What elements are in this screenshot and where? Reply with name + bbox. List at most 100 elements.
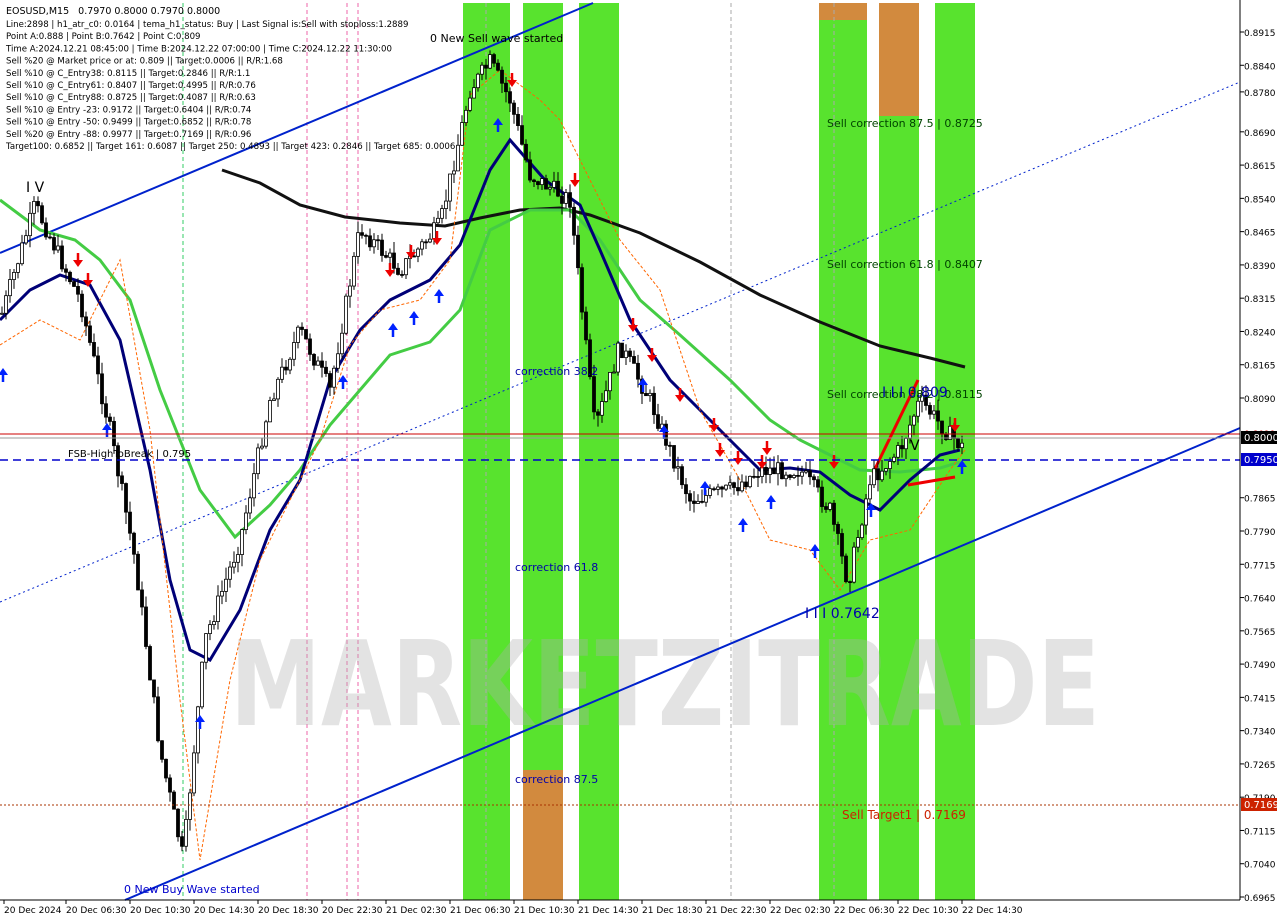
candle-body (580, 267, 584, 313)
info-line: Sell %10 @ Entry -50: 0.9499 || Target:0… (6, 118, 251, 128)
candle-body (316, 360, 320, 366)
candle-body (548, 187, 552, 190)
candle-body (652, 392, 656, 416)
sell-correction-618-label: Sell correction 61.8 | 0.8407 (827, 258, 983, 271)
x-tick-label: 20 Dec 22:30 (322, 906, 383, 916)
x-tick-label: 20 Dec 10:30 (130, 906, 191, 916)
candle-body (756, 476, 760, 478)
candle-body (208, 624, 212, 635)
candle-body (576, 234, 580, 269)
candle-body (724, 484, 728, 490)
candle-body (124, 483, 128, 513)
y-tick-label: 0.8690 (1244, 129, 1276, 139)
x-tick-label: 21 Dec 14:30 (578, 906, 639, 916)
info-line: Sell %10 @ Entry -23: 0.9172 || Target:0… (6, 105, 251, 115)
candle (200, 661, 204, 710)
candle-body (32, 201, 36, 214)
candle-body (220, 591, 224, 597)
candle-body (704, 495, 708, 503)
candle-body (368, 235, 372, 248)
candle (616, 340, 620, 376)
candle-body (896, 445, 900, 458)
candle-body (500, 69, 504, 84)
target-price-text: 0.7169 (1244, 800, 1279, 811)
candle-body (392, 252, 396, 269)
candle-body (188, 792, 192, 820)
candle-body (940, 420, 944, 435)
candle-body (344, 295, 348, 334)
candle-body (328, 373, 332, 388)
candle-body (424, 241, 428, 244)
candle-body (564, 192, 568, 204)
candle-body (864, 498, 868, 526)
candle-body (912, 415, 916, 426)
candle-body (268, 400, 272, 423)
candle-body (496, 62, 500, 71)
correction-618-label: correction 61.8 (515, 561, 598, 574)
candle-body (352, 255, 356, 287)
candle-body (604, 390, 608, 402)
candle-body (528, 159, 532, 181)
trading-chart[interactable]: MARKETZITRADE 0.8019 0.89150.88400.87800… (0, 0, 1280, 920)
candle-body (56, 245, 60, 251)
candle-body (76, 286, 80, 295)
candle-body (680, 466, 684, 486)
candle-body (808, 470, 812, 478)
candle-body (608, 372, 612, 392)
candle-body (936, 410, 940, 422)
green-zone (523, 3, 563, 900)
candle-body (164, 758, 168, 779)
candle-body (248, 497, 252, 514)
candle (268, 396, 272, 423)
candle (580, 263, 584, 320)
candle-body (824, 506, 828, 510)
candle-body (348, 285, 352, 297)
wave-v-label: V (910, 438, 920, 454)
correction-875-label: correction 87.5 (515, 773, 598, 786)
candle-body (616, 342, 620, 373)
chart-canvas[interactable]: MARKETZITRADE 0.8019 0.89150.88400.87800… (0, 0, 1280, 920)
candle-body (436, 217, 440, 224)
candle-body (728, 482, 732, 486)
candle-body (792, 474, 796, 478)
candle-body (852, 546, 856, 583)
candle-body (568, 192, 572, 208)
candle-body (600, 401, 604, 416)
candle-body (928, 405, 932, 415)
y-tick-label: 0.8780 (1244, 89, 1276, 99)
candle-body (184, 819, 188, 847)
candle-body (8, 279, 12, 297)
candle-body (508, 91, 512, 104)
candle (148, 644, 152, 681)
candle-body (148, 646, 152, 681)
orange-zone (819, 3, 867, 20)
candle-body (464, 109, 468, 123)
candle-body (300, 326, 304, 330)
candle-body (908, 424, 912, 439)
y-tick-label: 0.8315 (1244, 295, 1276, 305)
candle-body (504, 82, 508, 93)
y-tick-label: 0.7865 (1244, 495, 1276, 505)
y-tick-label: 0.7640 (1244, 595, 1276, 605)
info-line: Sell %20 @ Market price or at: 0.809 || … (6, 57, 283, 67)
candle-body (68, 271, 72, 283)
candle (844, 553, 848, 584)
candle-body (628, 350, 632, 357)
candle-body (288, 358, 292, 371)
candle (344, 293, 348, 335)
candle-body (884, 468, 888, 472)
candle-body (560, 195, 564, 204)
y-tick-label: 0.7115 (1244, 827, 1276, 837)
orange-zone (523, 770, 563, 900)
candle-body (460, 122, 464, 146)
candle-body (192, 752, 196, 794)
candle (172, 790, 176, 810)
candle-body (516, 113, 520, 126)
candle (584, 306, 588, 345)
candle-body (584, 311, 588, 341)
x-tick-label: 21 Dec 10:30 (514, 906, 575, 916)
candle-body (380, 239, 384, 256)
candle-body (712, 488, 716, 491)
x-tick-label: 22 Dec 14:30 (962, 906, 1023, 916)
candle-body (44, 222, 48, 238)
